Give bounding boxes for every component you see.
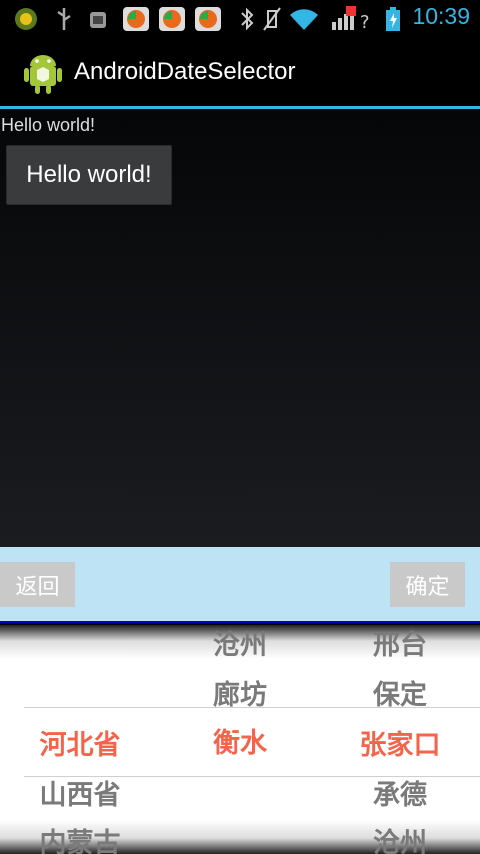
svg-text:?: ? <box>360 12 370 32</box>
area-item[interactable]: 承德 <box>320 773 480 812</box>
android-debug-icon <box>90 12 106 28</box>
status-bar: ? 10:39 <box>0 0 480 38</box>
wifi-icon <box>290 9 318 31</box>
city-item-selected[interactable]: 衡水 <box>160 721 320 760</box>
picker-divider <box>0 621 480 623</box>
city-item[interactable]: 廊坊 <box>160 673 320 712</box>
area-item-selected[interactable]: 张家口 <box>320 723 480 762</box>
browser-icon-2 <box>159 7 185 31</box>
vibrate-off-icon <box>263 7 281 31</box>
browser-icon-1 <box>123 7 149 31</box>
signal-icon: ? <box>332 6 370 32</box>
province-item[interactable]: 内蒙古 <box>0 821 160 854</box>
bluetooth-icon <box>241 7 254 31</box>
app-title: AndroidDateSelector <box>74 58 296 85</box>
app-notification-icon <box>15 8 37 30</box>
province-item[interactable]: 山西省 <box>0 773 160 812</box>
android-app-icon <box>24 55 62 94</box>
battery-charging-icon <box>386 7 400 31</box>
area-item[interactable]: 邢台 <box>320 625 480 662</box>
picker-wheels[interactable]: 河北省 山西省 内蒙古 沧州 廊坊 衡水 邢台 保定 张家口 承德 沧州 <box>0 625 480 854</box>
hello-text: Hello world! <box>1 115 96 135</box>
back-button[interactable]: 返回 <box>0 562 75 607</box>
area-item[interactable]: 沧州 <box>320 821 480 854</box>
confirm-button[interactable]: 确定 <box>390 562 465 607</box>
city-item[interactable]: 沧州 <box>160 625 320 662</box>
picker-toolbar: 返回 确定 <box>0 547 480 623</box>
hello-button[interactable]: Hello world! <box>6 145 172 205</box>
action-bar: AndroidDateSelector <box>0 38 480 106</box>
status-clock: 10:39 <box>412 3 470 29</box>
area-item[interactable]: 保定 <box>320 673 480 712</box>
province-item-selected[interactable]: 河北省 <box>0 723 160 762</box>
browser-icon-3 <box>195 7 221 31</box>
usb-icon <box>57 8 71 30</box>
main-content: Hello world! Hello world! <box>0 109 480 547</box>
